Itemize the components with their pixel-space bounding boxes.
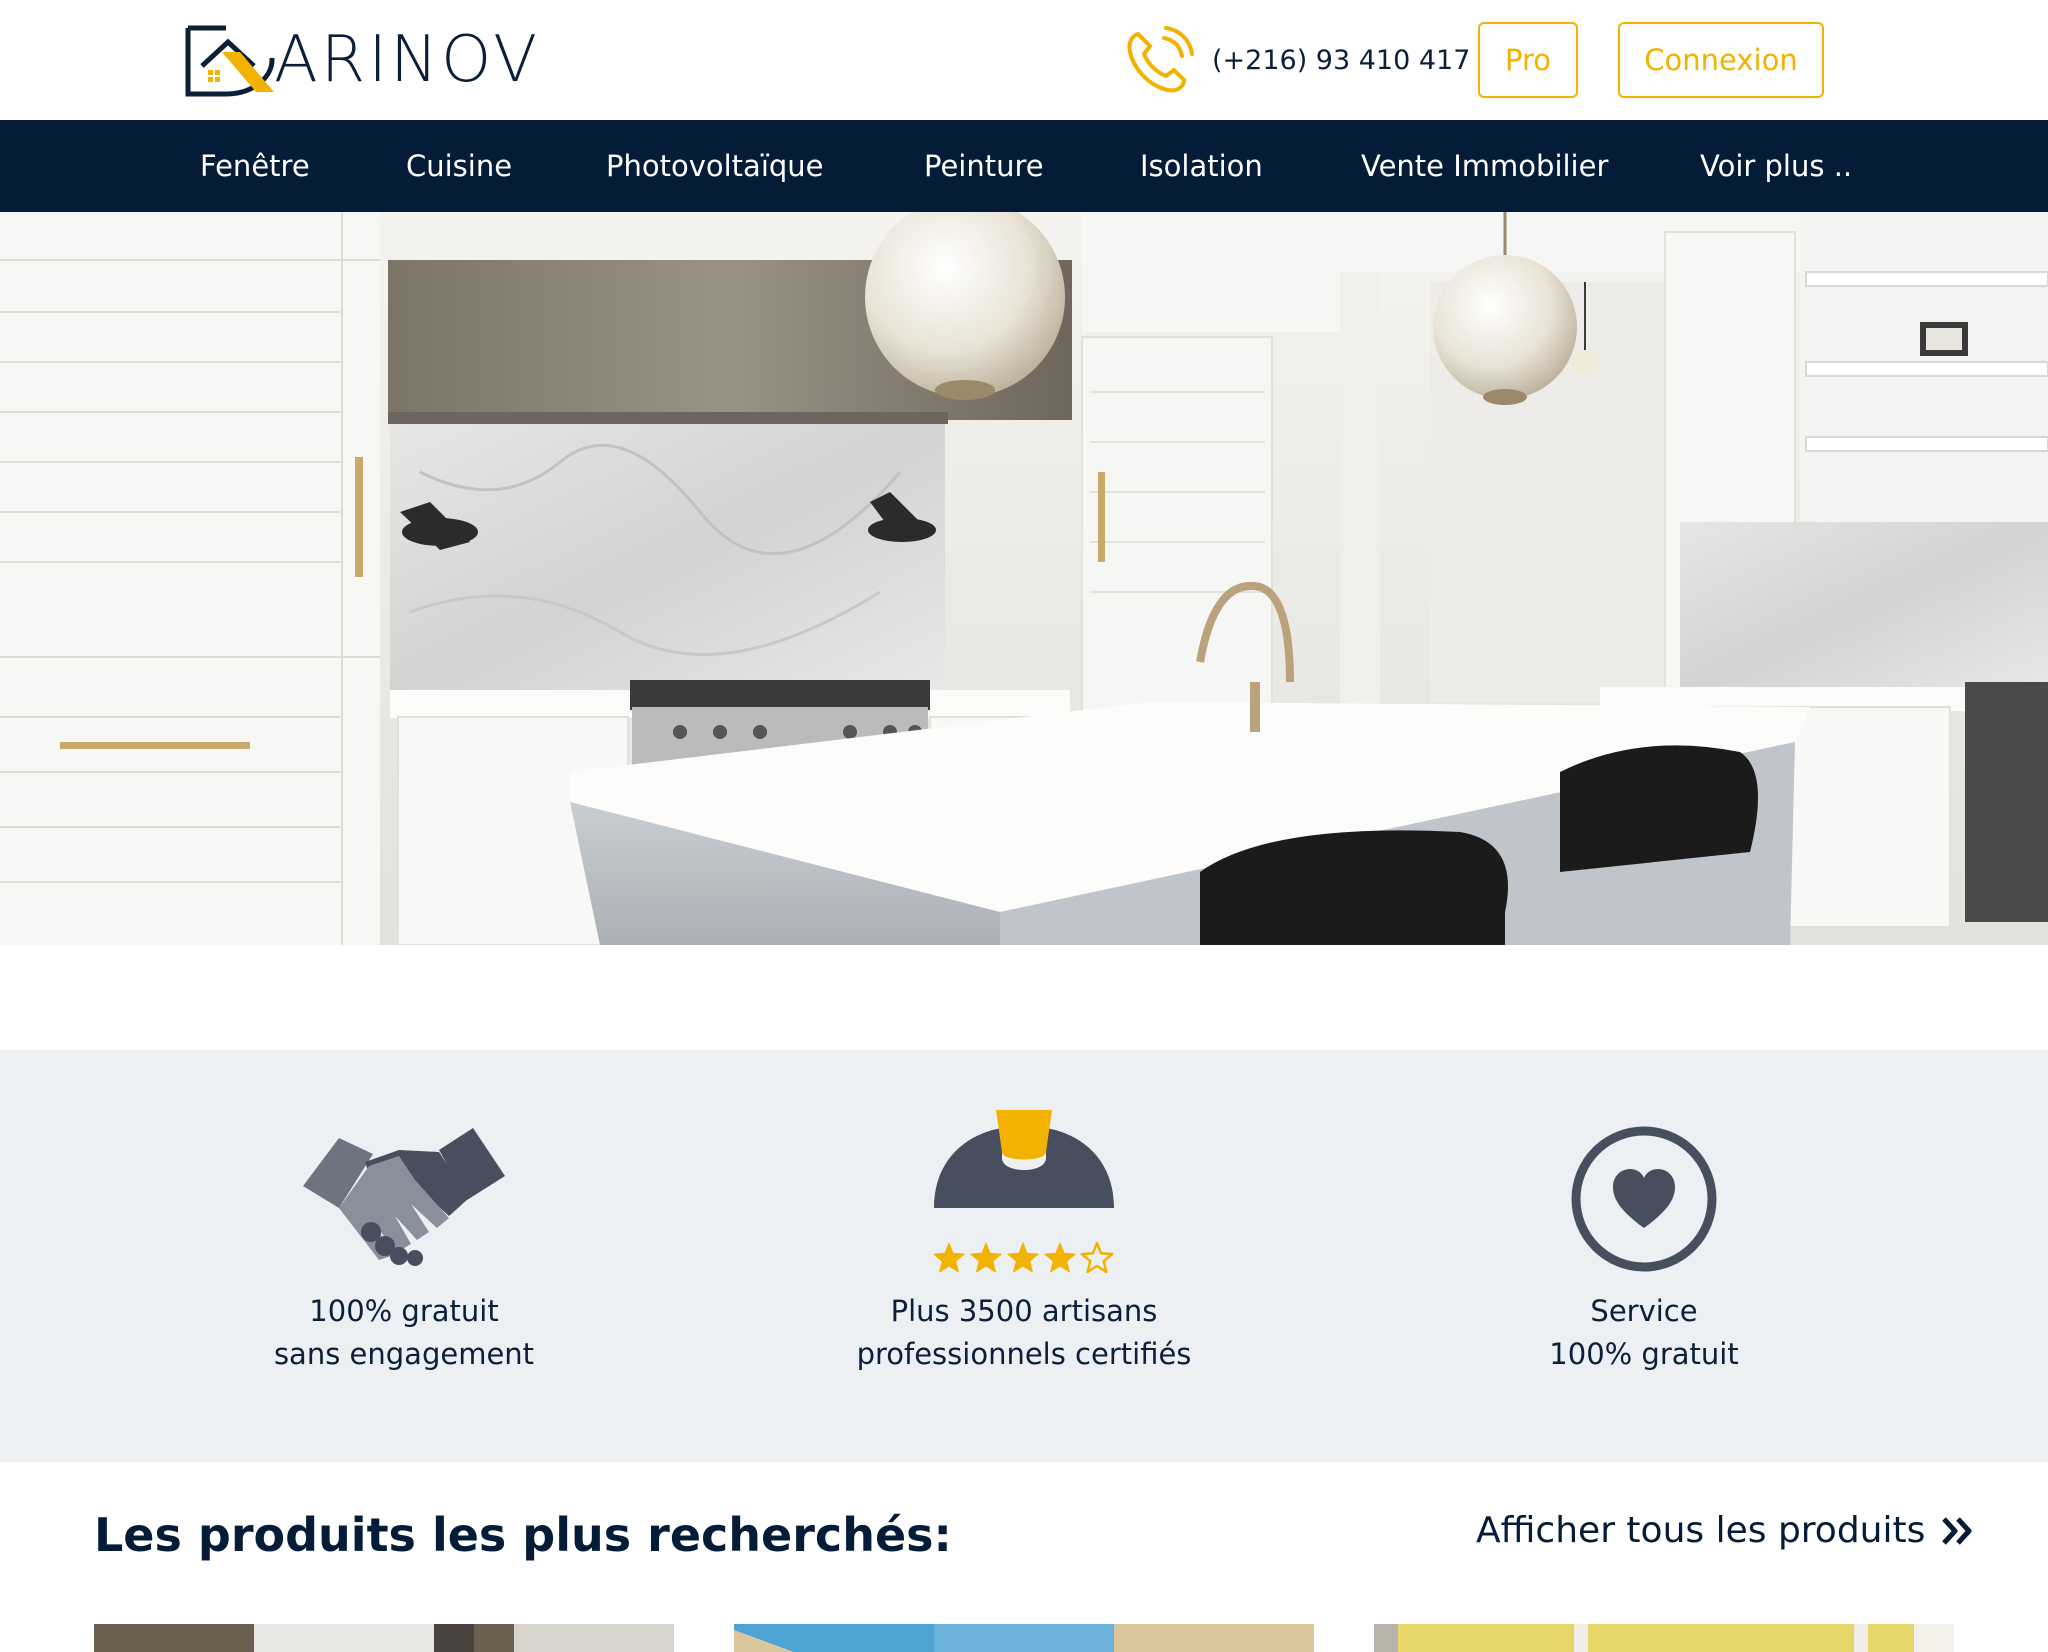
product-card[interactable] bbox=[94, 1624, 674, 1652]
star-filled-icon bbox=[1044, 1242, 1076, 1273]
feature-service-line1: Service bbox=[1590, 1294, 1698, 1328]
star-filled-icon bbox=[933, 1242, 965, 1273]
feature-free: 100% gratuit sans engagement bbox=[144, 1050, 664, 1462]
see-all-products-label: Afficher tous les produits bbox=[1476, 1510, 1926, 1551]
feature-artisans-line1: Plus 3500 artisans bbox=[890, 1294, 1158, 1328]
nav-item-isolation[interactable]: Isolation bbox=[1140, 120, 1263, 212]
handshake-icon bbox=[144, 1120, 664, 1270]
product-card[interactable] bbox=[1374, 1624, 1954, 1652]
logo[interactable]: ARINOV bbox=[182, 20, 552, 100]
nav-item-vente-immobilier[interactable]: Vente Immobilier bbox=[1361, 120, 1608, 212]
feature-artisans: Plus 3500 artisans professionnels certif… bbox=[764, 1050, 1284, 1462]
pro-button[interactable]: Pro bbox=[1478, 22, 1578, 98]
heart-circle-icon bbox=[1384, 1124, 1904, 1274]
logo-text: ARINOV bbox=[274, 23, 541, 97]
phone-contact[interactable]: (+216) 93 410 417 bbox=[1124, 22, 1470, 98]
hard-hat-icon bbox=[764, 1110, 1284, 1210]
feature-service-line2: 100% gratuit bbox=[1549, 1337, 1739, 1371]
nav-item-fenetre[interactable]: Fenêtre bbox=[200, 120, 310, 212]
double-chevron-right-icon bbox=[1942, 1516, 1972, 1545]
hero-kitchen-image bbox=[0, 212, 2048, 945]
product-card[interactable] bbox=[734, 1624, 1314, 1652]
nav-item-cuisine[interactable]: Cuisine bbox=[406, 120, 512, 212]
connexion-button[interactable]: Connexion bbox=[1618, 22, 1824, 98]
features-section: 100% gratuit sans engagement Plus 3500 a… bbox=[0, 1050, 2048, 1462]
nav-item-voir-plus[interactable]: Voir plus .. bbox=[1700, 120, 1852, 212]
star-filled-icon bbox=[970, 1242, 1002, 1273]
phone-icon bbox=[1127, 26, 1194, 93]
products-heading: Les produits les plus recherchés: bbox=[94, 1508, 952, 1562]
feature-free-line2: sans engagement bbox=[273, 1337, 535, 1371]
main-nav: Fenêtre Cuisine Photovoltaïque Peinture … bbox=[0, 120, 2048, 212]
feature-service: Service 100% gratuit bbox=[1384, 1050, 1904, 1462]
logo-house-icon bbox=[185, 25, 275, 97]
feature-free-line1: 100% gratuit bbox=[309, 1294, 499, 1328]
phone-number: (+216) 93 410 417 bbox=[1212, 44, 1471, 76]
star-empty-icon bbox=[1080, 1241, 1114, 1274]
nav-item-peinture[interactable]: Peinture bbox=[924, 120, 1044, 212]
nav-item-photovoltaique[interactable]: Photovoltaïque bbox=[606, 120, 824, 212]
feature-artisans-line2: professionnels certifiés bbox=[856, 1337, 1192, 1371]
see-all-products-link[interactable]: Afficher tous les produits bbox=[1476, 1510, 1973, 1551]
site-header: ARINOV (+216) 93 410 417 Pro Connexion bbox=[0, 0, 2048, 120]
rating-stars bbox=[764, 1240, 1284, 1276]
star-filled-icon bbox=[1007, 1242, 1039, 1273]
